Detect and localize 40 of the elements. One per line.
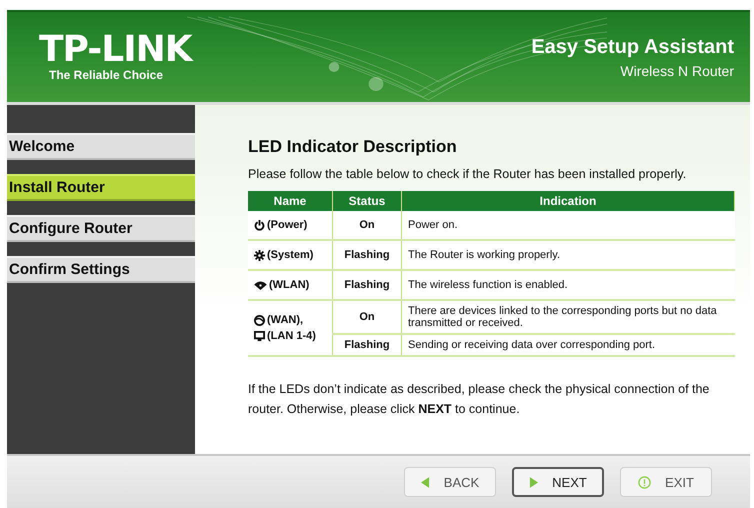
- note-text: If the LEDs don’t indicate as described, please check the physical connection of the router. Otherwise, please click NEXT to continue.: [248, 381, 710, 418]
- table-cell: The Router is working properly.: [402, 240, 734, 270]
- table-cell: Power on.: [402, 211, 734, 240]
- sidebar-item[interactable]: Configure Router: [7, 215, 195, 242]
- tagline: The Reliable Choice: [49, 68, 164, 82]
- column-header: Status: [332, 191, 402, 211]
- back-button[interactable]: BACK: [404, 467, 496, 497]
- intro-text: Please follow the table below to check if the Router has been installed properly.: [248, 167, 688, 181]
- section-heading: LED Indicator Description: [248, 137, 458, 157]
- table-cell: On: [332, 211, 402, 240]
- table-cell: Flashing: [332, 270, 402, 300]
- left-triangle-icon: [420, 476, 430, 488]
- sidebar-item[interactable]: Welcome: [7, 133, 195, 160]
- led-name: (LAN 1-4): [267, 330, 316, 342]
- table-cell: The wireless function is enabled.: [402, 270, 734, 300]
- sidebar-item[interactable]: Confirm Settings: [7, 256, 195, 283]
- logo-wordmark: TP-LINK: [39, 32, 192, 68]
- table-cell: Flashing: [332, 240, 402, 270]
- led-name: (WAN),: [267, 314, 304, 326]
- table-cell: Flashing: [332, 334, 402, 356]
- app-subtitle: Wireless N Router: [619, 62, 734, 78]
- table-cell: There are devices linked to the corresponding ports but no data transmitted or received.: [402, 300, 734, 334]
- app-title: Easy Setup Assistant: [531, 36, 734, 58]
- column-header: Indication: [402, 191, 734, 211]
- table-cell: On: [332, 300, 402, 334]
- led-name: (System): [267, 249, 314, 261]
- column-header: Name: [248, 191, 332, 211]
- info-icon: [638, 476, 652, 488]
- gear-icon: [254, 250, 265, 260]
- sidebar-item[interactable]: Install Router: [7, 174, 195, 201]
- globe-icon: [254, 314, 265, 326]
- power-icon: [254, 220, 265, 230]
- wireless-icon: [254, 280, 267, 290]
- led-name: (Power): [267, 219, 308, 231]
- monitor-icon: [254, 330, 265, 342]
- table-cell: Sending or receiving data over corresponding port.: [402, 334, 734, 356]
- right-triangle-icon: [529, 476, 538, 488]
- next-button[interactable]: NEXT: [512, 467, 604, 497]
- exit-button[interactable]: EXIT: [620, 467, 712, 497]
- led-name: (WLAN): [269, 279, 310, 291]
